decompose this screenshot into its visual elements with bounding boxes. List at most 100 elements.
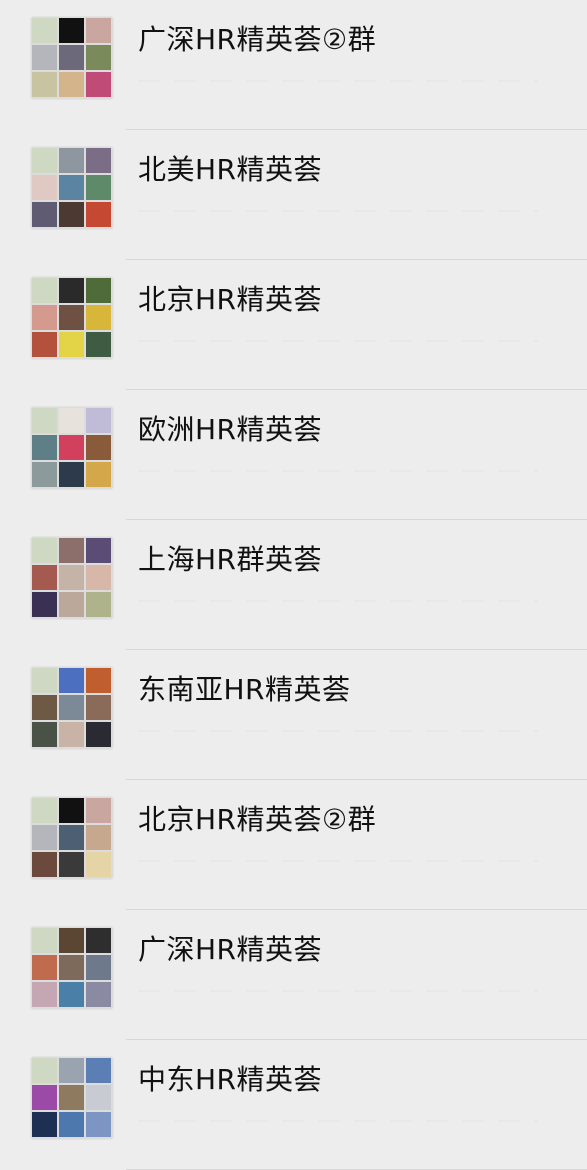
avatar-tile <box>59 305 84 330</box>
chat-row[interactable]: 北京HR精英荟②群 <box>0 780 587 910</box>
avatar-tile <box>86 825 111 850</box>
chat-name: 欧洲HR精英荟 <box>138 413 323 446</box>
avatar-tile <box>32 1112 57 1137</box>
avatar-tile <box>59 1058 84 1083</box>
avatar-tile <box>86 798 111 823</box>
avatar-tile <box>32 202 57 227</box>
avatar-tile <box>59 928 84 953</box>
avatar-tile <box>32 1085 57 1110</box>
avatar-tile <box>59 852 84 877</box>
group-avatar <box>30 1056 114 1140</box>
avatar-tile <box>32 668 57 693</box>
chat-row[interactable]: 北京HR精英荟 <box>0 260 587 390</box>
avatar-tile <box>59 462 84 487</box>
avatar-tile <box>59 408 84 433</box>
avatar-tile <box>32 408 57 433</box>
avatar-tile <box>86 278 111 303</box>
avatar-tile <box>86 592 111 617</box>
chat-name: 东南亚HR精英荟 <box>138 673 351 706</box>
group-avatar <box>30 926 114 1010</box>
chat-row[interactable]: 北美HR精英荟 <box>0 130 587 260</box>
avatar-tile <box>86 435 111 460</box>
chat-row[interactable]: 东南亚HR精英荟 <box>0 650 587 780</box>
chat-name: 广深HR精英荟②群 <box>138 23 377 56</box>
avatar-tile <box>32 45 57 70</box>
message-preview <box>138 600 538 602</box>
avatar-tile <box>32 332 57 357</box>
avatar-tile <box>32 538 57 563</box>
avatar-tile <box>59 825 84 850</box>
avatar-tile <box>32 592 57 617</box>
avatar-tile <box>86 148 111 173</box>
group-avatar <box>30 666 114 750</box>
avatar-tile <box>59 435 84 460</box>
chat-name: 中东HR精英荟 <box>138 1063 323 1096</box>
avatar-tile <box>59 722 84 747</box>
avatar-tile <box>86 1058 111 1083</box>
avatar-tile <box>59 278 84 303</box>
avatar-tile <box>59 148 84 173</box>
chat-row[interactable]: 广深HR精英荟 <box>0 910 587 1040</box>
message-preview <box>138 990 538 992</box>
avatar-tile <box>59 565 84 590</box>
avatar-tile <box>59 1112 84 1137</box>
avatar-tile <box>59 1085 84 1110</box>
message-preview <box>138 470 538 472</box>
chat-row[interactable]: 欧洲HR精英荟 <box>0 390 587 520</box>
avatar-tile <box>59 592 84 617</box>
avatar-tile <box>86 668 111 693</box>
group-avatar <box>30 16 114 100</box>
avatar-tile <box>86 722 111 747</box>
chat-name: 上海HR群英荟 <box>138 543 323 576</box>
avatar-tile <box>32 852 57 877</box>
avatar-tile <box>32 435 57 460</box>
chat-row[interactable]: 上海HR群英荟 <box>0 520 587 650</box>
avatar-tile <box>86 45 111 70</box>
chat-name: 北美HR精英荟 <box>138 153 323 186</box>
group-avatar <box>30 406 114 490</box>
avatar-tile <box>32 928 57 953</box>
avatar-tile <box>86 928 111 953</box>
avatar-tile <box>59 798 84 823</box>
avatar-tile <box>86 408 111 433</box>
avatar-tile <box>86 695 111 720</box>
chat-row[interactable]: 广深HR精英荟②群 <box>0 0 587 130</box>
avatar-tile <box>86 1085 111 1110</box>
avatar-tile <box>32 955 57 980</box>
avatar-tile <box>59 202 84 227</box>
avatar-tile <box>59 18 84 43</box>
chat-row[interactable]: 中东HR精英荟 <box>0 1040 587 1170</box>
message-preview <box>138 340 538 342</box>
avatar-tile <box>59 982 84 1007</box>
avatar-tile <box>59 175 84 200</box>
message-preview <box>138 860 538 862</box>
avatar-tile <box>32 565 57 590</box>
avatar-tile <box>59 538 84 563</box>
message-preview <box>138 210 538 212</box>
chat-name: 北京HR精英荟②群 <box>138 803 377 836</box>
avatar-tile <box>86 332 111 357</box>
avatar-tile <box>32 722 57 747</box>
avatar-tile <box>59 668 84 693</box>
message-preview <box>138 730 538 732</box>
chat-name: 北京HR精英荟 <box>138 283 323 316</box>
message-preview <box>138 1120 538 1122</box>
avatar-tile <box>32 462 57 487</box>
avatar-tile <box>59 695 84 720</box>
avatar-tile <box>86 175 111 200</box>
chat-list: 广深HR精英荟②群 北美HR精英荟 北京HR精英荟 欧洲HR精英荟 上海HR群英… <box>0 0 587 1170</box>
avatar-tile <box>59 72 84 97</box>
avatar-tile <box>32 982 57 1007</box>
avatar-tile <box>59 332 84 357</box>
avatar-tile <box>32 305 57 330</box>
avatar-tile <box>86 852 111 877</box>
avatar-tile <box>86 565 111 590</box>
group-avatar <box>30 146 114 230</box>
group-avatar <box>30 276 114 360</box>
avatar-tile <box>32 695 57 720</box>
avatar-tile <box>86 18 111 43</box>
avatar-tile <box>86 1112 111 1137</box>
chat-name: 广深HR精英荟 <box>138 933 323 966</box>
avatar-tile <box>32 825 57 850</box>
avatar-tile <box>59 45 84 70</box>
